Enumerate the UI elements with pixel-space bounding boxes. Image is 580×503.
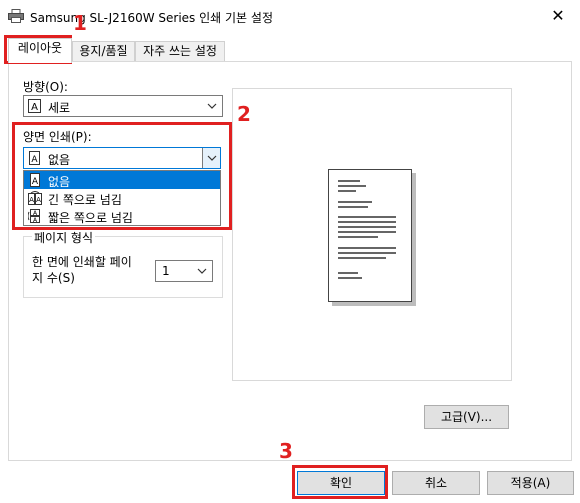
pages-per-sheet-label-line1: 한 면에 인쇄할 페이 [32, 255, 132, 269]
window-title: Samsung SL-J2160W Series 인쇄 기본 설정 [30, 11, 273, 25]
duplex-option-none[interactable]: A 없음 [24, 171, 220, 189]
long-edge-flip-icon: A A [28, 191, 42, 205]
tab-paper-quality[interactable]: 용지/품질 [72, 41, 135, 62]
printer-icon [8, 9, 24, 23]
tab-layout[interactable]: 레이아웃 [8, 38, 72, 63]
callout-marker-1: 1 [73, 11, 87, 35]
duplex-option-long-edge[interactable]: A A 긴 쪽으로 넘김 [24, 189, 220, 207]
close-icon[interactable]: ✕ [548, 6, 568, 26]
svg-text:A: A [31, 102, 38, 113]
cancel-button[interactable]: 취소 [392, 471, 480, 495]
duplex-option-short-edge[interactable]: A A 짧은 쪽으로 넘김 [24, 207, 220, 225]
tab-favorites[interactable]: 자주 쓰는 설정 [135, 41, 225, 62]
page-preview [232, 88, 512, 381]
ok-button[interactable]: 확인 [297, 471, 385, 495]
chevron-down-icon [197, 268, 207, 274]
svg-text:A: A [29, 196, 34, 204]
orientation-select[interactable]: A 세로 [23, 95, 223, 117]
duplex-dropdown-list: A 없음 A A 긴 쪽으로 넘김 A A 짧은 쪽으로 넘김 [23, 170, 221, 226]
single-page-icon: A [30, 173, 40, 187]
portrait-page-icon: A [28, 99, 41, 113]
chevron-down-icon [207, 103, 217, 109]
svg-text:A: A [31, 155, 38, 165]
callout-marker-3: 3 [279, 439, 293, 463]
short-edge-flip-icon: A A [28, 209, 40, 223]
duplex-select[interactable]: A 없음 [23, 147, 221, 169]
duplex-label: 양면 인쇄(P): [23, 130, 92, 144]
advanced-button[interactable]: 고급(V)... [424, 405, 509, 429]
dropdown-button[interactable] [202, 148, 220, 168]
single-page-icon: A [29, 151, 40, 165]
pages-per-sheet-select[interactable]: 1 [155, 260, 213, 282]
page-format-title: 페이지 형식 [32, 229, 96, 246]
pages-per-sheet-label-line2: 지 수(S) [32, 271, 75, 285]
title-bar: Samsung SL-J2160W Series 인쇄 기본 설정 ✕ [0, 0, 580, 32]
callout-marker-2: 2 [237, 102, 251, 126]
svg-text:A: A [36, 196, 41, 204]
pages-per-sheet-value: 1 [162, 264, 170, 278]
apply-button[interactable]: 적용(A) [487, 471, 574, 495]
preview-page [328, 169, 412, 302]
duplex-value: 없음 [48, 153, 71, 167]
chevron-down-icon [207, 155, 217, 161]
orientation-value: 세로 [48, 101, 71, 115]
orientation-label: 방향(O): [23, 80, 68, 94]
svg-text:A: A [32, 177, 39, 187]
